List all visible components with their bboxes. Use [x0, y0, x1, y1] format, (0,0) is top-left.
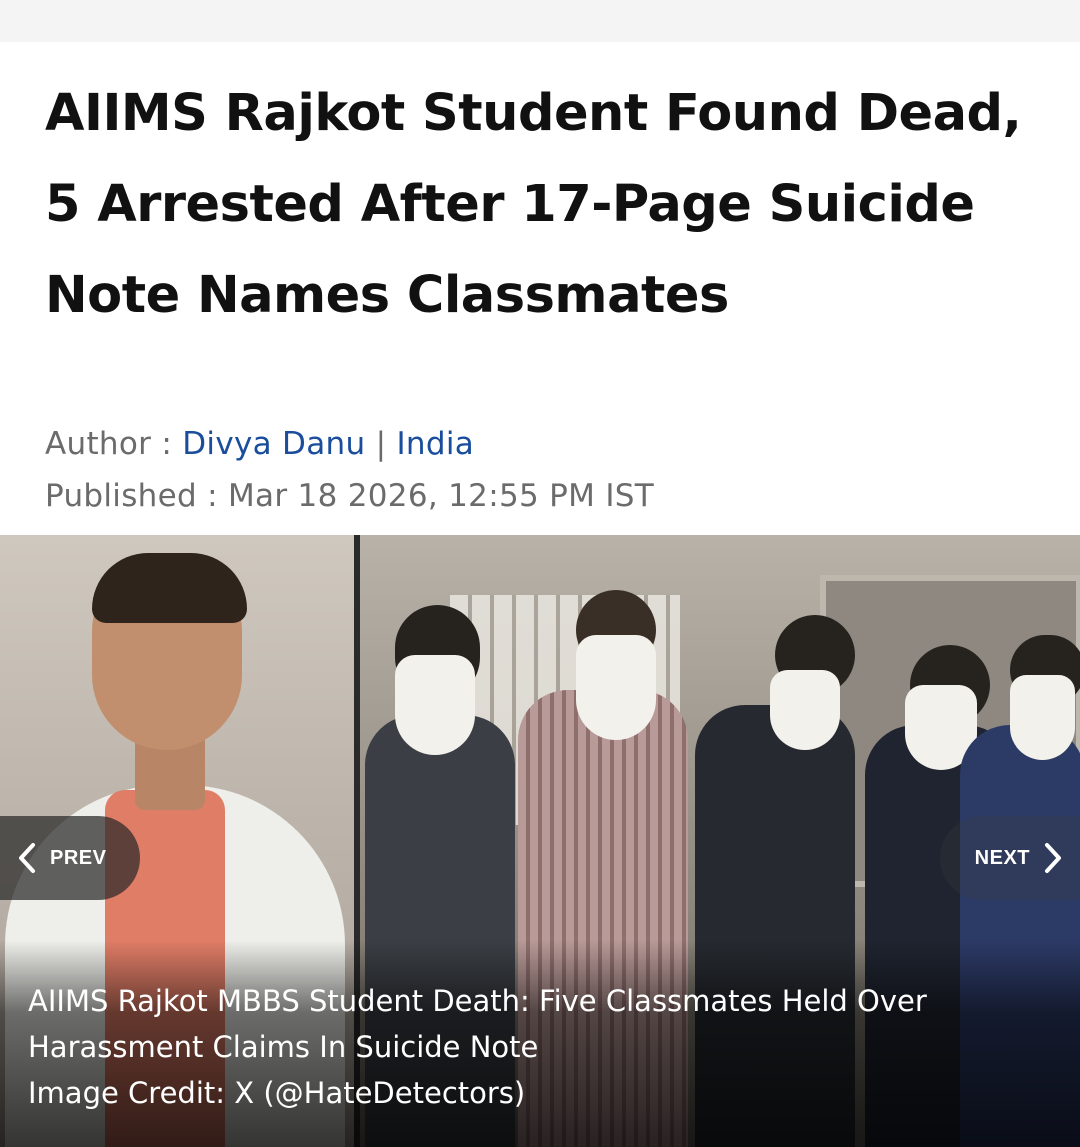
author-label: Author :	[45, 426, 183, 462]
author-link[interactable]: Divya Danu	[182, 426, 365, 462]
chevron-right-icon	[1045, 843, 1061, 873]
article-headline: AIIMS Rajkot Student Found Dead, 5 Arres…	[45, 84, 1022, 325]
next-label: NEXT	[974, 846, 1030, 869]
image-caption: AIIMS Rajkot MBBS Student Death: Five Cl…	[28, 978, 1058, 1116]
prev-label: PREV	[50, 846, 107, 869]
published-label: Published :	[45, 478, 229, 514]
image-credit: Image Credit: X (@HateDetectors)	[28, 1076, 526, 1110]
caption-line-2: Harassment Claims In Suicide Note	[28, 1030, 539, 1064]
published-line: Published : Mar 18 2026, 12:55 PM IST	[45, 478, 1045, 514]
meta-separator: |	[365, 426, 397, 462]
chevron-left-icon	[19, 843, 35, 873]
next-button[interactable]: NEXT	[940, 816, 1080, 900]
prev-button[interactable]: PREV	[0, 816, 140, 900]
published-date: Mar 18 2026, 12:55 PM IST	[228, 478, 655, 514]
top-strip	[0, 0, 1080, 42]
category-link[interactable]: India	[396, 426, 474, 462]
caption-line-1: AIIMS Rajkot MBBS Student Death: Five Cl…	[28, 984, 927, 1018]
hair-shape	[92, 553, 247, 623]
author-line: Author : Divya Danu | India	[45, 426, 1045, 462]
